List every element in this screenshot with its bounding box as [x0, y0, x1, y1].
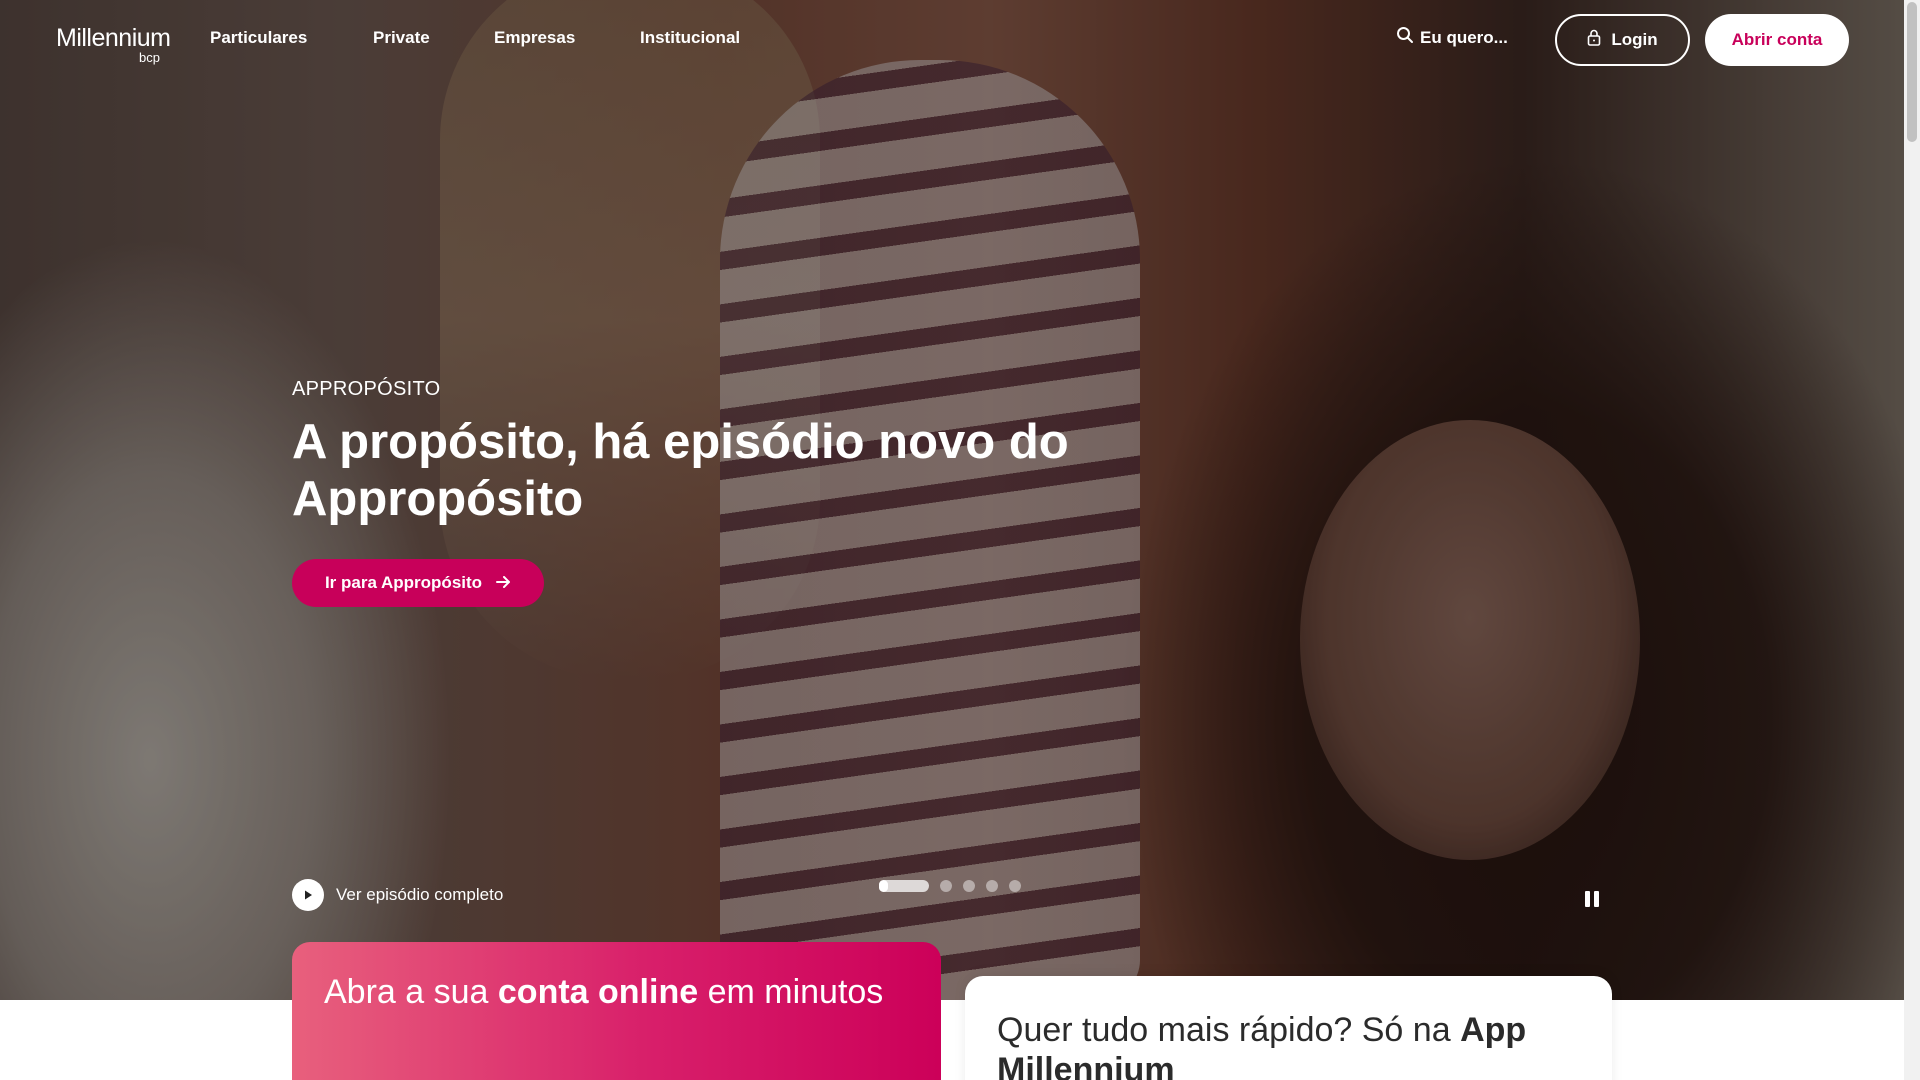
nav-item-particulares[interactable]: Particulares [210, 28, 307, 48]
carousel-dot-1[interactable] [879, 880, 929, 892]
app-promo-card-pre: Quer tudo mais rápido? Só na [997, 1011, 1461, 1049]
scrollbar-thumb[interactable] [1907, 2, 1917, 142]
open-account-card[interactable]: Abra a sua conta online em minutos [292, 942, 941, 1080]
top-navigation: Millennium bcp Particulares Private Empr… [0, 0, 1904, 80]
open-account-card-bold: conta online [497, 973, 699, 1011]
carousel-dot-2[interactable] [940, 880, 952, 892]
page-scrollbar[interactable] [1904, 0, 1920, 1080]
carousel-pagination [879, 880, 1021, 892]
search-label: Eu quero... [1420, 27, 1508, 47]
app-promo-card[interactable]: Quer tudo mais rápido? Só na App Millenn… [965, 976, 1612, 1080]
open-account-card-pre: Abra a sua [324, 973, 498, 1011]
brand-logo[interactable]: Millennium bcp [56, 24, 171, 65]
nav-item-institucional[interactable]: Institucional [640, 28, 740, 48]
lock-icon [1587, 29, 1601, 51]
hero-cta-button[interactable]: Ir para Appropósito [292, 559, 544, 607]
watch-episode-label: Ver episódio completo [336, 885, 504, 904]
login-button[interactable]: Login [1555, 14, 1690, 66]
hero-cta-label: Ir para Appropósito [324, 573, 483, 592]
open-account-card-post: em minutos [698, 973, 884, 1011]
hero-title: A propósito, há episódio novo do Appropó… [292, 415, 1069, 526]
nav-item-empresas[interactable]: Empresas [494, 28, 575, 48]
search-icon [1396, 26, 1414, 49]
nav-item-private[interactable]: Private [373, 28, 430, 48]
open-account-button[interactable]: Abrir conta [1705, 14, 1849, 66]
arrow-right-icon [496, 573, 511, 593]
carousel-pause-button[interactable] [1585, 891, 1599, 907]
carousel-dot-3[interactable] [963, 880, 975, 892]
carousel-dot-4[interactable] [986, 880, 998, 892]
pause-icon-bar [1585, 891, 1590, 907]
pause-icon-bar [1594, 891, 1599, 907]
hero-eyebrow: APPROPÓSITO [292, 378, 441, 400]
login-label: Login [1611, 30, 1658, 49]
search-trigger[interactable]: Eu quero... [1396, 26, 1508, 49]
brand-logo-sub: bcp [139, 50, 160, 65]
play-icon [292, 879, 324, 911]
carousel-dot-5[interactable] [1009, 880, 1021, 892]
watch-episode-link[interactable]: Ver episódio completo [292, 879, 503, 911]
brand-logo-name: Millennium [56, 24, 171, 52]
